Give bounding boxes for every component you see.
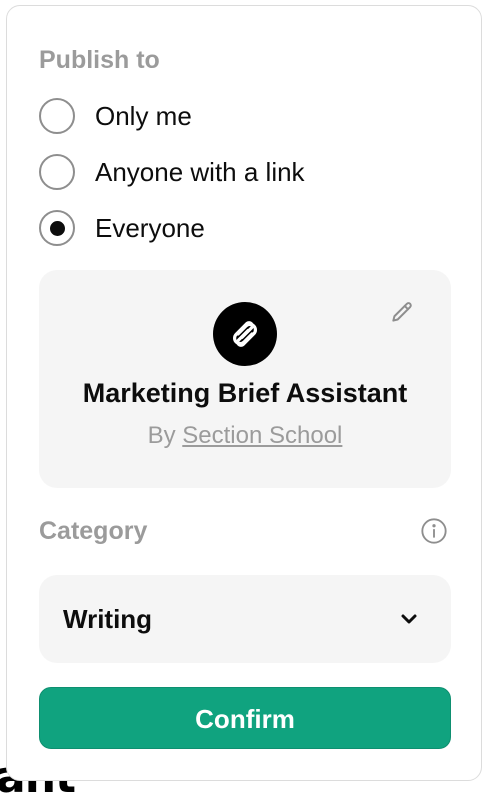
gpt-avatar [213,302,277,366]
radio-label: Everyone [95,212,205,243]
gpt-byline: By Section School [39,422,451,450]
byline-prefix: By [147,422,176,449]
radio-option-everyone[interactable]: Everyone [39,208,205,248]
radio-label: Only me [95,100,192,131]
radio-button[interactable] [39,98,75,134]
publish-popover: Publish to Only me Anyone with a link Ev… [6,5,482,781]
radio-option-only-me[interactable]: Only me [39,96,192,136]
category-select[interactable]: Writing [39,575,451,663]
category-selected-value: Writing [63,604,153,634]
author-link[interactable]: Section School [182,422,342,449]
confirm-button[interactable]: Confirm [39,687,451,749]
info-icon [421,518,447,544]
paperclip-icon [233,321,257,347]
gpt-name: Marketing Brief Assistant [82,378,408,408]
edit-button[interactable] [385,296,419,330]
radio-option-anyone-with-link[interactable]: Anyone with a link [39,152,305,192]
radio-button-selected[interactable] [39,210,75,246]
chevron-down-icon [401,614,417,624]
gpt-preview-card: Marketing Brief Assistant By Section Sch… [39,270,451,488]
publish-to-heading: Publish to [39,46,160,74]
radio-label: Anyone with a link [95,156,305,187]
category-info-button[interactable] [419,516,449,546]
pencil-icon [392,302,412,322]
category-heading: Category [39,517,148,545]
radio-button[interactable] [39,154,75,190]
